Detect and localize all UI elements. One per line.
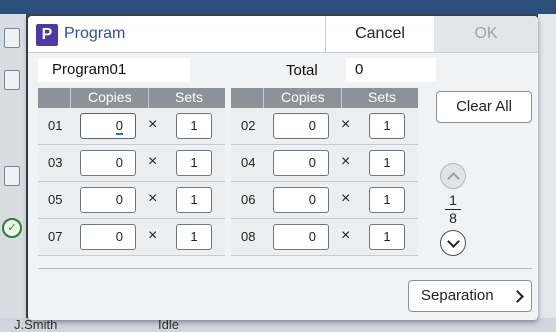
- sets-input[interactable]: 1: [369, 150, 405, 176]
- background-status: Idle: [158, 317, 179, 332]
- times-sign: ×: [341, 227, 351, 244]
- cancel-button[interactable]: Cancel: [325, 16, 434, 52]
- program-row: 07 0 × 1: [38, 219, 225, 256]
- sets-input[interactable]: 1: [176, 113, 212, 139]
- program-row: 03 0 × 1: [38, 145, 225, 182]
- background-icon: [4, 70, 20, 90]
- copies-header: Copies: [281, 89, 325, 105]
- copies-header: Copies: [88, 89, 132, 105]
- copies-input[interactable]: 0: [80, 187, 136, 213]
- program-name-field[interactable]: Program01: [38, 58, 190, 82]
- copies-input[interactable]: 0: [80, 113, 136, 139]
- times-sign: ×: [341, 116, 351, 133]
- row-number: 07: [48, 229, 63, 244]
- sets-input[interactable]: 1: [176, 224, 212, 250]
- row-number: 05: [48, 192, 63, 207]
- copies-input[interactable]: 0: [80, 150, 136, 176]
- background-panel: [538, 14, 556, 332]
- sets-input[interactable]: 1: [369, 187, 405, 213]
- sets-header: Sets: [368, 89, 397, 105]
- background-user: J.Smith: [14, 317, 58, 332]
- divider: [38, 268, 532, 269]
- copies-input[interactable]: 0: [273, 187, 329, 213]
- sets-input[interactable]: 1: [176, 187, 212, 213]
- sets-input[interactable]: 1: [369, 224, 405, 250]
- program-row: 05 0 × 1: [38, 182, 225, 219]
- separation-label: Separation: [421, 287, 494, 304]
- program-row: 04 0 × 1: [231, 145, 418, 182]
- row-number: 08: [241, 229, 256, 244]
- program-row: 02 0 × 1: [231, 108, 418, 145]
- check-icon: ✓: [2, 218, 22, 238]
- ok-button[interactable]: OK: [434, 16, 538, 52]
- background-sidebar: [0, 14, 26, 332]
- clear-all-button[interactable]: Clear All: [436, 91, 532, 123]
- page-down-button[interactable]: [440, 230, 466, 256]
- sets-header: Sets: [175, 89, 204, 105]
- background-statusbar: [0, 318, 556, 332]
- row-number: 04: [241, 155, 256, 170]
- program-row: 06 0 × 1: [231, 182, 418, 219]
- times-sign: ×: [148, 116, 158, 133]
- program-dialog: P Program Cancel OK Program01 Total 0 Co…: [28, 16, 538, 320]
- row-number: 01: [48, 118, 63, 133]
- row-number: 03: [48, 155, 63, 170]
- page-up-button[interactable]: [440, 163, 466, 189]
- grid-header: Copies Sets: [231, 88, 418, 108]
- total-value: 0: [346, 58, 436, 82]
- program-row: 01 0 × 1: [38, 108, 225, 145]
- sets-input[interactable]: 1: [369, 113, 405, 139]
- page-total: 8: [449, 210, 457, 226]
- background-icon: [4, 166, 20, 186]
- row-number: 06: [241, 192, 256, 207]
- program-grid-right: Copies Sets 02 0 × 1 04 0 × 1 06 0 × 1 0…: [231, 88, 418, 256]
- page-current: 1: [449, 192, 457, 208]
- copies-input[interactable]: 0: [273, 113, 329, 139]
- background-icon: [4, 28, 20, 48]
- times-sign: ×: [148, 227, 158, 244]
- times-sign: ×: [341, 190, 351, 207]
- separation-button[interactable]: Separation: [408, 280, 532, 312]
- row-number: 02: [241, 118, 256, 133]
- dialog-title: Program: [64, 25, 126, 42]
- times-sign: ×: [148, 153, 158, 170]
- program-row: 08 0 × 1: [231, 219, 418, 256]
- program-app-icon: P: [36, 24, 58, 46]
- sets-input[interactable]: 1: [176, 150, 212, 176]
- chevron-right-icon: [511, 290, 524, 303]
- copies-input[interactable]: 0: [273, 150, 329, 176]
- background-header: [0, 0, 556, 14]
- times-sign: ×: [148, 190, 158, 207]
- program-grid-left: Copies Sets 01 0 × 1 03 0 × 1 05 0 × 1 0…: [38, 88, 225, 256]
- copies-input[interactable]: 0: [80, 224, 136, 250]
- copies-input[interactable]: 0: [273, 224, 329, 250]
- times-sign: ×: [341, 153, 351, 170]
- grid-header: Copies Sets: [38, 88, 225, 108]
- dialog-titlebar: P Program Cancel OK: [28, 16, 538, 53]
- total-label: Total: [286, 62, 318, 79]
- copies-value: 0: [115, 118, 123, 135]
